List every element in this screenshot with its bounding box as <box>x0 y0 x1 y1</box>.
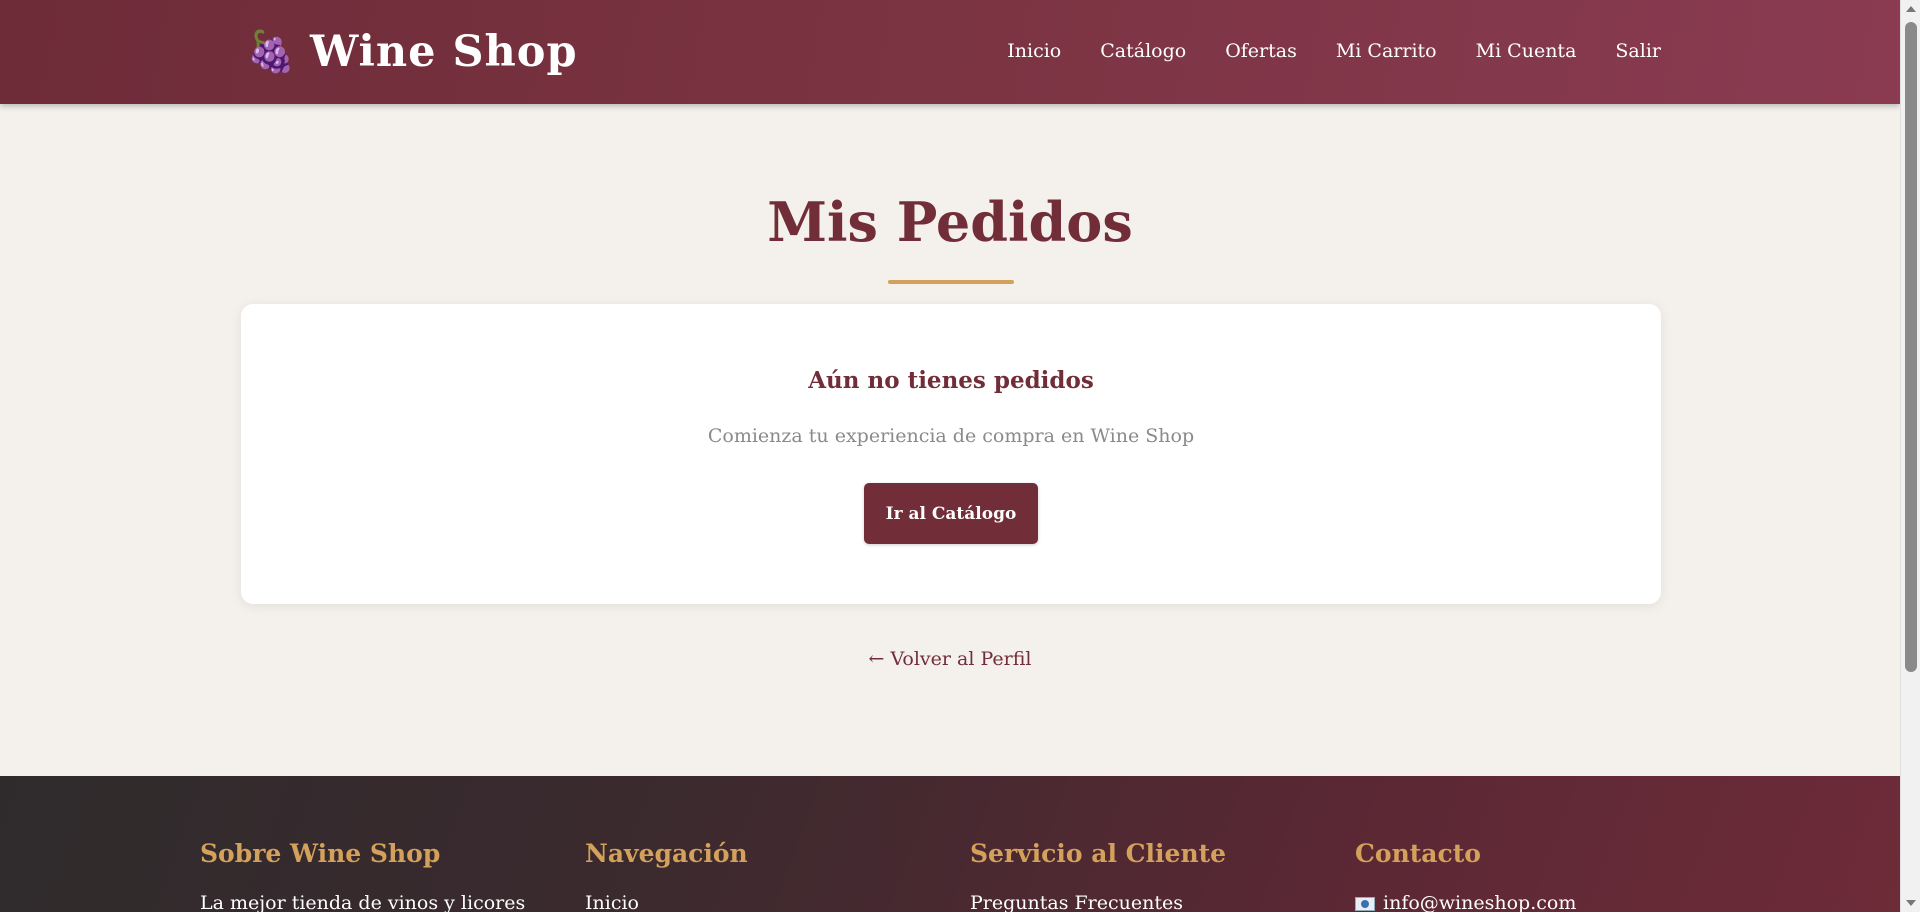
footer-navigation: Navegación Inicio <box>585 838 748 912</box>
go-to-catalog-button[interactable]: Ir al Catálogo <box>864 483 1038 544</box>
footer-about-title: Sobre Wine Shop <box>200 839 441 868</box>
nav-salir[interactable]: Salir <box>1615 38 1661 64</box>
vertical-scrollbar[interactable] <box>1900 0 1920 912</box>
footer-contact-title: Contacto <box>1355 839 1481 868</box>
title-underline <box>888 280 1014 284</box>
nav-ofertas[interactable]: Ofertas <box>1225 38 1297 64</box>
main-nav: Inicio Catálogo Ofertas Mi Carrito Mi Cu… <box>1007 38 1661 64</box>
empty-orders-card: Aún no tienes pedidos Comienza tu experi… <box>241 304 1661 604</box>
footer-contact: Contacto info@wineshop.com <box>1355 838 1576 912</box>
scroll-up-arrow-icon[interactable] <box>1906 6 1916 12</box>
empty-orders-text: Comienza tu experiencia de compra en Win… <box>707 425 1195 447</box>
footer-contact-email[interactable]: info@wineshop.com <box>1383 892 1576 912</box>
footer-nav-inicio[interactable]: Inicio <box>585 892 748 912</box>
footer-faq-link[interactable]: Preguntas Frecuentes <box>970 892 1226 912</box>
scroll-down-arrow-icon[interactable] <box>1906 900 1916 906</box>
brand[interactable]: 🍇 Wine Shop <box>246 26 578 78</box>
empty-orders-heading: Aún no tienes pedidos <box>808 367 1094 394</box>
footer-contact-email-row: info@wineshop.com <box>1355 892 1576 912</box>
site-header: 🍇 Wine Shop Inicio Catálogo Ofertas Mi C… <box>0 0 1900 104</box>
nav-catalogo[interactable]: Catálogo <box>1100 38 1186 64</box>
nav-mi-carrito[interactable]: Mi Carrito <box>1336 38 1437 64</box>
footer-about-text: La mejor tienda de vinos y licores <box>200 892 526 912</box>
nav-mi-cuenta[interactable]: Mi Cuenta <box>1476 38 1577 64</box>
scrollbar-thumb[interactable] <box>1905 22 1917 672</box>
page-title: Mis Pedidos <box>767 190 1133 254</box>
footer-about: Sobre Wine Shop La mejor tienda de vinos… <box>200 838 525 912</box>
email-icon <box>1355 897 1375 911</box>
grapes-icon: 🍇 <box>246 29 296 75</box>
footer-service: Servicio al Cliente Preguntas Frecuentes <box>970 838 1226 912</box>
brand-name[interactable]: Wine Shop <box>310 26 578 78</box>
nav-inicio[interactable]: Inicio <box>1007 38 1061 64</box>
back-to-profile-link[interactable]: ← Volver al Perfil <box>0 648 1900 670</box>
footer-service-title: Servicio al Cliente <box>970 839 1227 868</box>
footer-nav-title: Navegación <box>585 839 748 868</box>
site-footer: Sobre Wine Shop La mejor tienda de vinos… <box>0 776 1900 912</box>
